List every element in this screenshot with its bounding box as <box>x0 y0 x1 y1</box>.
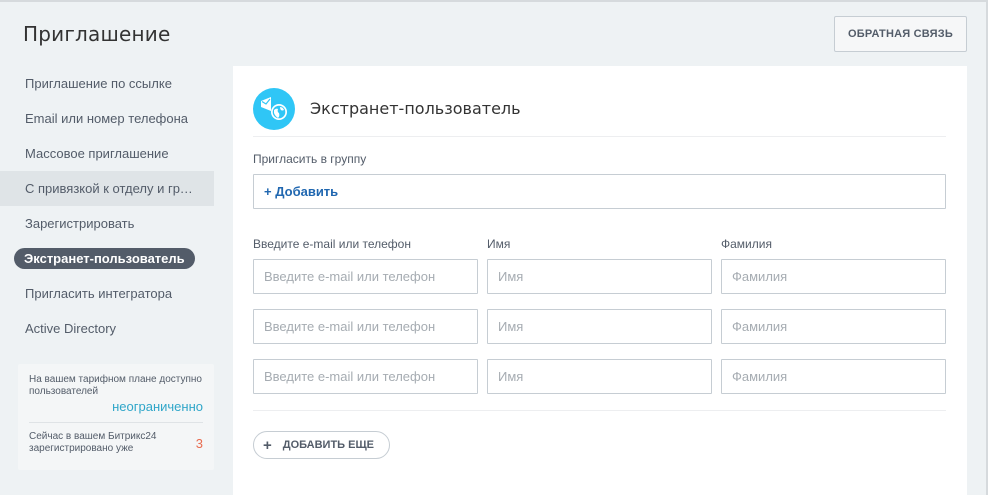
menu-item-email-phone[interactable]: Email или номер телефона <box>0 101 214 136</box>
contact-input[interactable] <box>253 309 478 344</box>
menu-item-link-invite[interactable]: Приглашение по ссылке <box>0 66 214 101</box>
extranet-globe-icon <box>253 88 295 130</box>
name-input[interactable] <box>487 309 712 344</box>
name-input[interactable] <box>487 359 712 394</box>
menu-item-mass-invite[interactable]: Массовое приглашение <box>0 136 214 171</box>
form-divider <box>253 410 946 411</box>
plan-info-text: На вашем тарифном плане доступно пользов… <box>29 374 202 397</box>
name-input[interactable] <box>487 259 712 294</box>
extranet-invite-panel: Экстранет-пользователь Пригласить в груп… <box>233 66 967 495</box>
menu-item-label: Active Directory <box>25 321 117 336</box>
surname-column-label: Фамилия <box>721 237 772 251</box>
menu-item-label: Приглашение по ссылке <box>25 76 172 91</box>
menu-item-extranet[interactable]: Экстранет-пользователь <box>0 241 214 276</box>
menu-item-integrator[interactable]: Пригласить интегратора <box>0 276 214 311</box>
menu-item-active-directory[interactable]: Active Directory <box>0 311 214 346</box>
surname-input[interactable] <box>721 259 946 294</box>
invite-menu: Приглашение по ссылке Email или номер те… <box>0 66 214 346</box>
menu-item-register[interactable]: Зарегистрировать <box>0 206 214 241</box>
feedback-button[interactable]: Обратная связь <box>834 16 967 52</box>
contact-input[interactable] <box>253 359 478 394</box>
top-border <box>0 0 988 2</box>
panel-header: Экстранет-пользователь <box>253 88 946 137</box>
registered-count: 3 <box>195 435 203 451</box>
contact-input[interactable] <box>253 259 478 294</box>
menu-item-label: Email или номер телефона <box>25 111 189 126</box>
plus-icon: + <box>263 436 272 454</box>
add-more-label: Добавить еще <box>282 439 375 451</box>
registered-info-text: Сейчас в вашем Битрикс24 зарегистрирован… <box>29 431 157 454</box>
add-more-button[interactable]: + Добавить еще <box>253 431 390 459</box>
add-group-link[interactable]: + Добавить <box>264 184 338 199</box>
surname-input[interactable] <box>721 309 946 344</box>
info-divider <box>29 422 203 423</box>
group-selector[interactable]: + Добавить <box>253 174 946 209</box>
group-label: Пригласить в группу <box>253 152 367 166</box>
menu-item-label: Массовое приглашение <box>25 146 169 161</box>
menu-item-label: Зарегистрировать <box>25 216 135 231</box>
menu-item-label: Экстранет-пользователь <box>14 248 195 269</box>
menu-item-department-group[interactable]: С привязкой к отделу и группе <box>0 171 214 206</box>
contact-column-label: Введите e-mail или телефон <box>253 237 411 251</box>
panel-title: Экстранет-пользователь <box>310 99 521 118</box>
surname-input[interactable] <box>721 359 946 394</box>
name-column-label: Имя <box>487 237 511 251</box>
menu-item-label: Пригласить интегратора <box>25 286 173 301</box>
plan-info-value: неограниченно <box>112 399 203 414</box>
page-title: Приглашение <box>23 22 171 46</box>
plan-info-box: На вашем тарифном плане доступно пользов… <box>18 364 214 470</box>
menu-item-label: С привязкой к отделу и группе <box>25 181 197 196</box>
